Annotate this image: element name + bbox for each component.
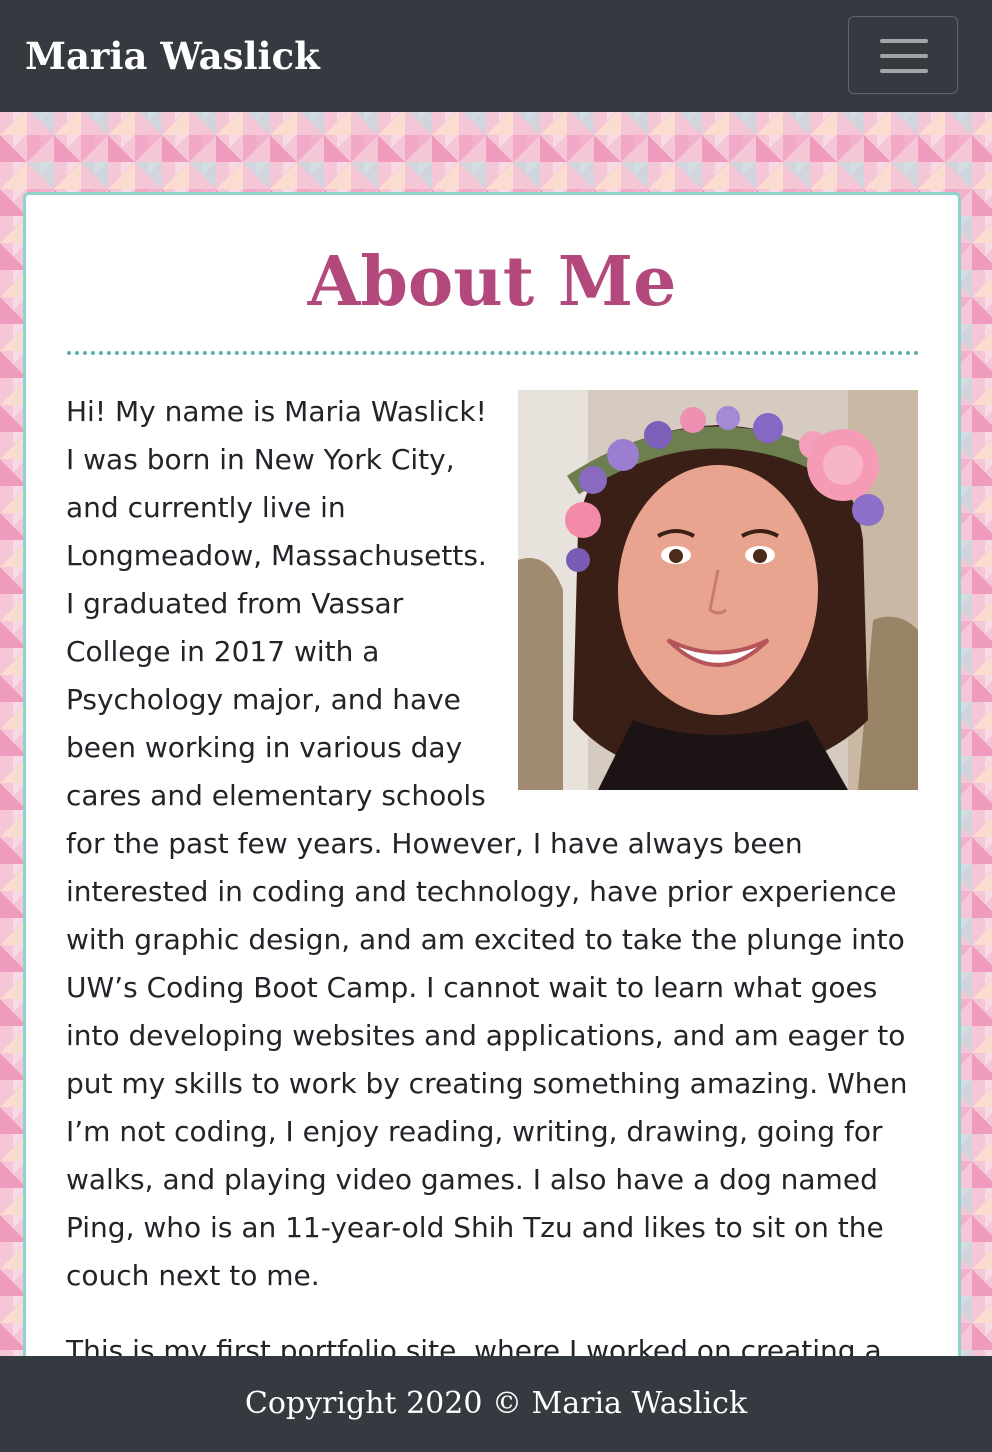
brand-link[interactable]: Maria Waslick bbox=[25, 30, 320, 82]
navbar-toggler-button[interactable] bbox=[848, 16, 958, 94]
hamburger-menu-icon bbox=[880, 39, 928, 43]
footer: Copyright 2020 © Maria Waslick bbox=[0, 1356, 992, 1452]
hamburger-menu-icon-line bbox=[880, 69, 928, 73]
navbar: Maria Waslick bbox=[0, 0, 992, 112]
copyright-text: Copyright 2020 © Maria Waslick bbox=[244, 1386, 748, 1421]
about-content: Hi! My name is Maria Waslick! I was born… bbox=[66, 388, 918, 1402]
about-card: About Me Hi! My name is Maria Waslick! I… bbox=[23, 192, 961, 1452]
about-heading: About Me bbox=[307, 242, 677, 322]
profile-photo bbox=[518, 390, 918, 790]
hamburger-menu-icon-line bbox=[880, 54, 928, 58]
dotted-divider bbox=[67, 351, 919, 355]
